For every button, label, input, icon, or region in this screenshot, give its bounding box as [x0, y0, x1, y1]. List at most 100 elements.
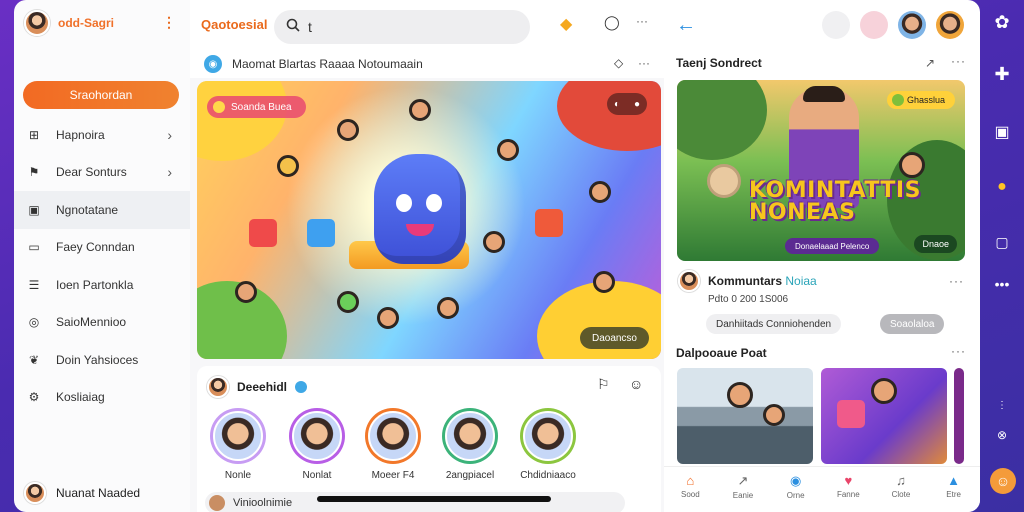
rail-more-icon[interactable]: •••: [990, 276, 1014, 292]
sidebar-item-label: Hapnoira: [56, 127, 105, 142]
nav-globe[interactable]: ◉ Orne: [776, 473, 816, 500]
main-feed: Qaotoesial ◆ ◯ ··· ◉ Maomat Blartas Raaa…: [190, 0, 664, 512]
sidebar-item-label: Faey Conndan: [56, 240, 135, 255]
story-avatar: [368, 411, 418, 461]
story-avatar: [445, 411, 495, 461]
media-icon[interactable]: ▣: [990, 122, 1014, 142]
sidebar-item-1[interactable]: ⚑ Dear Sonturs ›: [14, 154, 190, 192]
settings-gear-icon[interactable]: ✿: [990, 12, 1014, 33]
post-chip-secondary[interactable]: Soaolaloa: [880, 314, 945, 334]
search-input[interactable]: [308, 19, 508, 35]
more-icon[interactable]: ···: [636, 14, 648, 28]
emoji-icon[interactable]: ☺: [629, 376, 643, 392]
sidebar-item-3[interactable]: ▭ Faey Conndan: [14, 229, 190, 267]
story-avatar: [213, 411, 263, 461]
stories-title: Deeehidl: [237, 380, 288, 394]
story-item[interactable]: Chdidniaaco: [515, 408, 581, 481]
story-item[interactable]: Moeer F4: [360, 408, 426, 481]
nav-bell[interactable]: ♫ Clote: [881, 473, 921, 499]
app-logo[interactable]: Qaotoesial: [201, 17, 267, 32]
app-rail: ✿ ✚ ▣ ● ▢ ••• ⋮ ⊗ ☺: [980, 0, 1024, 512]
post-avatar[interactable]: [678, 270, 700, 292]
rail-profile-icon[interactable]: ☺: [990, 468, 1016, 494]
story-item[interactable]: Nonlat: [284, 408, 350, 481]
story-avatar: [523, 411, 573, 461]
film-icon: ▣: [28, 202, 40, 217]
toy-block: [307, 219, 335, 247]
popular-image[interactable]: [821, 368, 947, 464]
sidebar-item-7[interactable]: ⚙ Kosliaiag: [14, 379, 190, 417]
record-icon[interactable]: ●: [634, 99, 640, 110]
user-avatar[interactable]: [936, 11, 964, 39]
toy-block: [249, 219, 277, 247]
user-avatar[interactable]: [898, 11, 926, 39]
post-author[interactable]: Kommuntars Noiaa: [708, 274, 817, 288]
post-more-icon[interactable]: ···: [949, 274, 964, 288]
search-bar[interactable]: [274, 10, 530, 44]
feature-title: KOMINTATTIS NONEAS: [749, 178, 921, 225]
sidebar-item-4[interactable]: ☰ Ioen Partonkla: [14, 266, 190, 304]
coin-icon[interactable]: ●: [990, 178, 1014, 196]
hero-banner[interactable]: Soanda Buea ◐ ● Daoancso: [197, 81, 661, 359]
settings-icon: ⚙: [28, 390, 40, 405]
compose-bar[interactable]: Vinioolnimie: [205, 492, 625, 512]
story-ring-3: [442, 408, 498, 464]
diamond-icon[interactable]: ◆: [560, 14, 572, 34]
feature-card[interactable]: Ghasslua KOMINTATTIS NONEAS Donaelaaad P…: [677, 80, 965, 261]
story-item[interactable]: Nonle: [205, 408, 271, 481]
hero-pill[interactable]: Soanda Buea: [207, 96, 306, 118]
flag-outline-icon[interactable]: ⚐: [597, 376, 610, 393]
story-name: 2angpiacel: [445, 470, 495, 481]
post-chip[interactable]: Danhiitads Conniohenden: [706, 314, 842, 334]
compose-text: Vinioolnimie: [233, 497, 293, 509]
leaf-icon: ❦: [28, 352, 40, 367]
location-icon: ◎: [28, 315, 40, 330]
puzzle-icon[interactable]: ✚: [990, 64, 1014, 85]
mascot-eye: [426, 194, 442, 212]
nav-share[interactable]: ↗ Eanie: [723, 473, 763, 500]
profile-icon: ▲: [947, 473, 961, 488]
edit-icon[interactable]: ▢: [990, 234, 1014, 251]
back-arrow-icon[interactable]: ←: [676, 14, 696, 37]
hero-cta-button[interactable]: Daoancso: [579, 327, 649, 349]
user-avatar[interactable]: [860, 11, 888, 39]
hero-blob: [557, 81, 661, 151]
bottom-nav: ⌂ Sood ↗ Eanie ◉ Orne ♥ Fanne ♫ Clote ▲ Etre: [664, 466, 980, 512]
section-more-icon[interactable]: ···: [951, 344, 966, 358]
nav-label: Clote: [891, 490, 911, 499]
sidebar-item-0[interactable]: ⊞ Hapnoira ›: [14, 116, 190, 154]
expand-icon[interactable]: ↗: [925, 56, 936, 70]
character: [593, 271, 615, 293]
post-stats: Pdto 0 200 1S006: [708, 294, 789, 305]
primary-action-button[interactable]: Sraohordan: [23, 81, 179, 109]
sidebar-item-label: Doin Yahsioces: [56, 352, 139, 367]
nav-label: Etre: [946, 490, 961, 499]
subbar-more-icon[interactable]: ···: [638, 56, 650, 70]
story-item[interactable]: 2angpiacel: [437, 408, 503, 481]
mute-icon[interactable]: ◐: [614, 99, 620, 110]
hero-controls[interactable]: ◐ ●: [607, 93, 647, 115]
popular-image[interactable]: [954, 368, 964, 464]
sidebar-item-6[interactable]: ❦ Doin Yahsioces: [14, 341, 190, 379]
subbar-title: Maomat Blartas Raaaa Notoumaain: [232, 57, 423, 71]
chat-icon[interactable]: ◯: [604, 14, 620, 31]
chevron-right-icon: ›: [167, 164, 172, 181]
nav-home[interactable]: ⌂ Sood: [670, 473, 710, 499]
pin-icon[interactable]: ◇: [614, 56, 623, 70]
nav-label: Fanne: [836, 490, 860, 499]
sidebar-item-2[interactable]: ▣ Ngnotatane: [14, 191, 190, 229]
nav-heart[interactable]: ♥ Fanne: [828, 473, 868, 499]
brand[interactable]: odd-Sagri: [24, 10, 114, 36]
nav-label: Sood: [680, 490, 700, 499]
nav-profile[interactable]: ▲ Etre: [934, 473, 974, 499]
section-more-icon[interactable]: ···: [951, 54, 966, 68]
feature-badge[interactable]: Ghasslua: [886, 91, 955, 109]
sidebar-menu-icon[interactable]: ⋮: [162, 14, 176, 31]
rail-sync-icon[interactable]: ⊗: [990, 428, 1014, 442]
sidebar-item-5[interactable]: ◎ SaioMennioo: [14, 304, 190, 342]
popular-image[interactable]: [677, 368, 813, 464]
user-avatar: [24, 482, 46, 504]
notification-avatar[interactable]: [822, 11, 850, 39]
story-ring-0: [210, 408, 266, 464]
sidebar-user[interactable]: Nuanat Naaded: [24, 482, 140, 504]
